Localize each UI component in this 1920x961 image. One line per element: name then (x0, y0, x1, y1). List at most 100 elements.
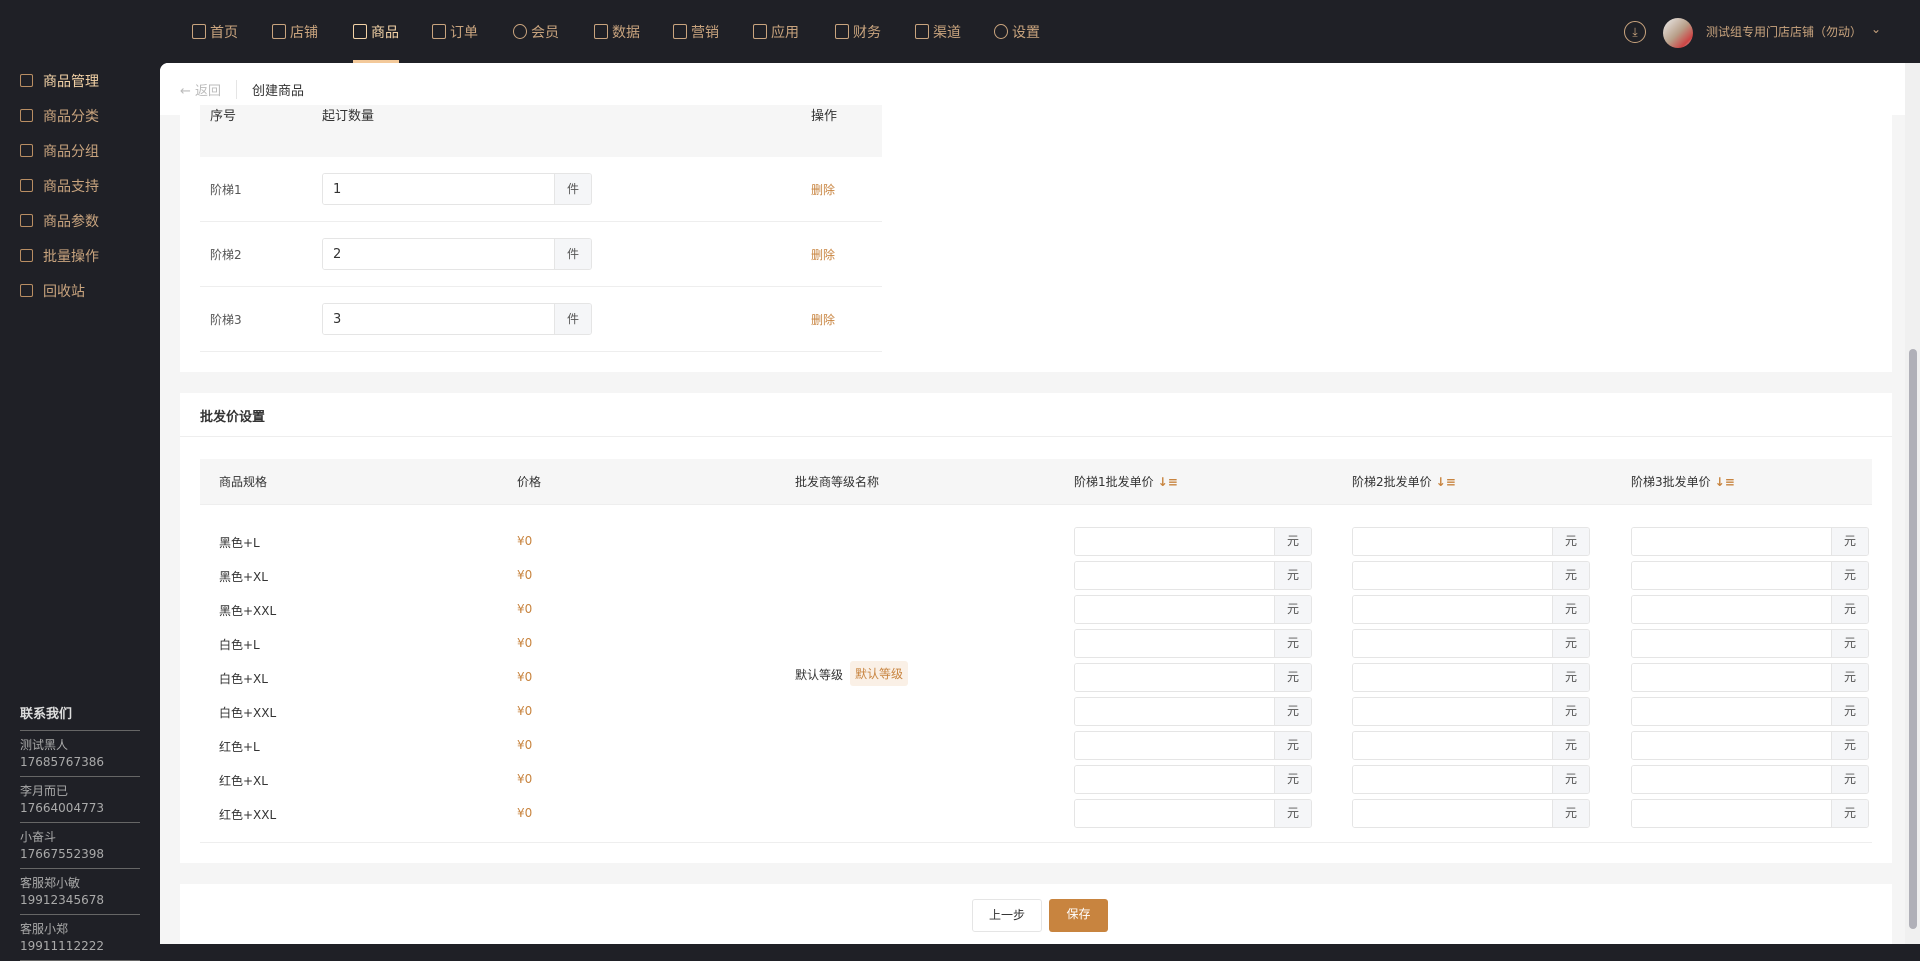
sort-icon[interactable]: ↓≡ (1158, 475, 1178, 489)
tier3-price-field[interactable] (1632, 732, 1831, 759)
delete-link[interactable]: 删除 (811, 181, 835, 198)
price-value: ¥0 (517, 636, 533, 650)
tag-icon (673, 24, 687, 39)
tier3-price-field[interactable] (1632, 664, 1831, 691)
table-row: 红色+XXL ¥0 元 元 元 (180, 799, 1892, 833)
tier2-price-field[interactable] (1353, 630, 1552, 657)
tier3-price-field[interactable] (1632, 698, 1831, 725)
scrollbar[interactable] (1905, 63, 1920, 944)
nav-shop[interactable]: 店铺 (272, 0, 318, 63)
unit-label: 元 (1552, 562, 1589, 589)
tier3-price-input: 元 (1631, 561, 1869, 590)
sidebar-item[interactable]: 商品支持 (0, 168, 160, 203)
sidebar-item-label: 回收站 (43, 283, 85, 300)
min-qty-field[interactable] (323, 304, 554, 334)
nav-finance[interactable]: 财务 (835, 0, 881, 63)
tier3-price-input: 元 (1631, 629, 1869, 658)
tier2-price-field[interactable] (1353, 766, 1552, 793)
tier3-price-input: 元 (1631, 765, 1869, 794)
tier3-price-field[interactable] (1632, 596, 1831, 623)
nav-gear[interactable]: 设置 (994, 0, 1040, 63)
column-header: 批发商等级名称 (795, 473, 879, 490)
tier2-price-input: 元 (1352, 697, 1590, 726)
nav-goods[interactable]: 商品 (353, 0, 399, 63)
prev-step-button[interactable]: 上一步 (972, 899, 1042, 932)
column-header-label: 阶梯1批发单价 (1074, 475, 1154, 489)
sidebar-item[interactable]: 批量操作 (0, 238, 160, 273)
contact-phone: 17667552398 (20, 847, 104, 861)
save-button[interactable]: 保存 (1049, 899, 1108, 932)
tier1-price-field[interactable] (1075, 800, 1274, 827)
spec-label: 红色+XL (219, 774, 268, 788)
unit-label: 元 (1831, 664, 1868, 691)
tier3-price-field[interactable] (1632, 562, 1831, 589)
tier1-price-field[interactable] (1075, 698, 1274, 725)
tier2-price-field[interactable] (1353, 596, 1552, 623)
nav-home[interactable]: 首页 (192, 0, 238, 63)
tier1-price-field[interactable] (1075, 664, 1274, 691)
sort-icon[interactable]: ↓≡ (1715, 475, 1735, 489)
delete-link[interactable]: 删除 (811, 246, 835, 263)
tier2-price-field[interactable] (1353, 528, 1552, 555)
tier1-price-field[interactable] (1075, 562, 1274, 589)
download-icon[interactable]: ⤓ (1624, 21, 1646, 43)
min-qty-field[interactable] (323, 239, 554, 269)
unit-label: 元 (1274, 630, 1311, 657)
tier3-price-field[interactable] (1632, 630, 1831, 657)
tier1-price-input: 元 (1074, 663, 1312, 692)
main-content: ← 返回 创建商品 序号 起订数量 操作 阶梯1件删除阶梯2件删除阶梯3件删除 … (160, 63, 1920, 944)
tier2-price-field[interactable] (1353, 664, 1552, 691)
tier1-price-field[interactable] (1075, 766, 1274, 793)
unit-label: 元 (1552, 596, 1589, 623)
unit-label: 元 (1274, 766, 1311, 793)
price-value: ¥0 (517, 772, 533, 786)
avatar[interactable] (1663, 18, 1693, 48)
sidebar-item[interactable]: 商品分类 (0, 98, 160, 133)
tier1-price-input: 元 (1074, 527, 1312, 556)
table-row: 阶梯2 件 删除 (200, 222, 882, 287)
sidebar-item-icon (20, 249, 33, 262)
tier3-price-field[interactable] (1632, 800, 1831, 827)
spec-label: 黑色+L (219, 536, 260, 550)
tier2-price-field[interactable] (1353, 562, 1552, 589)
nav-member[interactable]: 会员 (513, 0, 559, 63)
column-header: 阶梯1批发单价 ↓≡ (1074, 473, 1178, 490)
tier3-price-field[interactable] (1632, 528, 1831, 555)
tier1-price-field[interactable] (1075, 732, 1274, 759)
sidebar-item-icon (20, 284, 33, 297)
tier3-price-field[interactable] (1632, 766, 1831, 793)
sidebar-item-icon (20, 179, 33, 192)
table-row: 黑色+L ¥0 元 元 元 (180, 527, 1892, 561)
tier1-price-input: 元 (1074, 731, 1312, 760)
tier1-price-field[interactable] (1075, 630, 1274, 657)
back-link[interactable]: ← 返回 (180, 79, 238, 99)
column-header-label: 批发商等级名称 (795, 475, 880, 489)
sidebar-item[interactable]: 回收站 (0, 273, 160, 308)
tier1-price-field[interactable] (1075, 528, 1274, 555)
tier2-price-field[interactable] (1353, 732, 1552, 759)
store-name[interactable]: 测试组专用门店店铺（勿动） (1706, 23, 1862, 40)
sidebar-item[interactable]: 商品管理 (0, 63, 160, 98)
nav-tag[interactable]: 营销 (673, 0, 719, 63)
sidebar-item[interactable]: 商品参数 (0, 203, 160, 238)
unit-label: 元 (1274, 562, 1311, 589)
wholesale-card: 批发价设置 商品规格 价格 批发商等级名称 阶梯1批发单价 ↓≡ 阶梯2批发单价 ↓≡ 阶梯3… (180, 393, 1892, 863)
nav-chart[interactable]: 数据 (594, 0, 640, 63)
nav-order[interactable]: 订单 (432, 0, 478, 63)
nav-label: 首页 (210, 24, 238, 41)
tier1-price-field[interactable] (1075, 596, 1274, 623)
sidebar-item-label: 商品分类 (43, 108, 99, 125)
scrollbar-thumb[interactable] (1909, 349, 1917, 929)
min-qty-field[interactable] (323, 174, 554, 204)
sort-icon[interactable]: ↓≡ (1436, 475, 1456, 489)
top-bar: 首页 店铺 商品 订单 会员 数据 营销 应用 财务 渠道 设置 ⤓ 测试组专用门店店铺（勿动） ⌄ (0, 0, 1920, 63)
tier2-price-field[interactable] (1353, 800, 1552, 827)
sidebar-item[interactable]: 商品分组 (0, 133, 160, 168)
chevron-down-icon[interactable]: ⌄ (1871, 22, 1881, 36)
sidebar-item-icon (20, 109, 33, 122)
nav-channel[interactable]: 渠道 (915, 0, 961, 63)
sidebar-item-label: 批量操作 (43, 248, 99, 265)
tier2-price-field[interactable] (1353, 698, 1552, 725)
delete-link[interactable]: 删除 (811, 311, 835, 328)
nav-app[interactable]: 应用 (753, 0, 799, 63)
